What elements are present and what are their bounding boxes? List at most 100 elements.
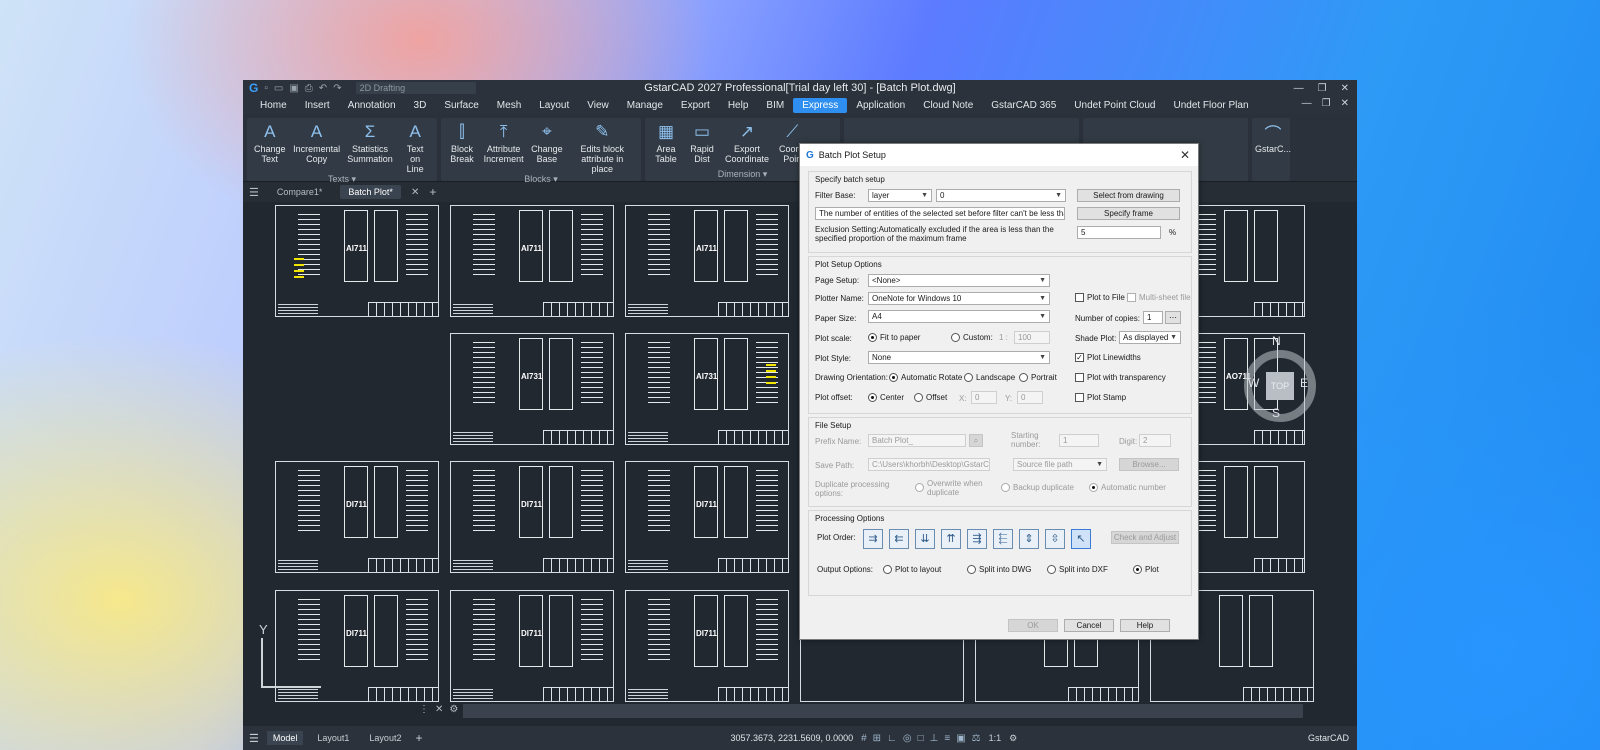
plotter-name-select[interactable]: OneNote for Windows 10 ▼	[868, 292, 1050, 305]
starting-number-input[interactable]: 1	[1059, 434, 1099, 447]
ortho-icon[interactable]: ∟	[887, 733, 897, 744]
attribute-increment-button[interactable]: ⤒ Attribute Increment	[481, 120, 526, 174]
landscape-radio[interactable]	[964, 373, 973, 382]
menu-mesh[interactable]: Mesh	[488, 98, 530, 113]
menu-surface[interactable]: Surface	[435, 98, 487, 113]
export-coordinate-button[interactable]: ↗ Export Coordinate	[721, 120, 773, 169]
digit-input[interactable]: 2	[1139, 434, 1171, 447]
specify-frame-button[interactable]: Specify frame	[1077, 207, 1180, 220]
snap-icon[interactable]: ⊞	[873, 733, 881, 744]
order-custom-icon[interactable]: ↖	[1071, 529, 1091, 549]
viewcube[interactable]: TOP N W E S	[1244, 334, 1316, 422]
menu-3d[interactable]: 3D	[405, 98, 436, 113]
texts-panel-title[interactable]: Texts ▾	[247, 174, 437, 185]
grid-icon[interactable]: #	[861, 733, 867, 744]
plot-to-file-checkbox[interactable]	[1075, 293, 1084, 302]
edit-block-attribute-button[interactable]: ✎ Edits block attribute in place	[568, 120, 637, 174]
tabs-menu-icon[interactable]: ☰	[249, 186, 259, 199]
menu-home[interactable]: Home	[251, 98, 296, 113]
source-file-path-select[interactable]: Source file path ▼	[1013, 458, 1107, 471]
overwrite-radio[interactable]	[915, 483, 924, 492]
tab-model[interactable]: Model	[266, 731, 304, 745]
command-line-icons[interactable]: ⋮✕⚙	[419, 704, 464, 715]
block-break-button[interactable]: ⫿ Block Break	[445, 120, 479, 174]
osnap-icon[interactable]: □	[918, 733, 924, 744]
maximize-icon[interactable]: ❐	[1318, 83, 1327, 94]
dialog-title-bar[interactable]: G Batch Plot Setup ✕	[800, 144, 1198, 166]
exclusion-percent-input[interactable]: 5	[1077, 226, 1161, 239]
plot-style-select[interactable]: None ▼	[868, 351, 1050, 364]
y-offset-input[interactable]: 0	[1017, 391, 1043, 404]
change-base-button[interactable]: ⌖ Change Base	[528, 120, 565, 174]
status-menu-icon[interactable]: ☰	[249, 732, 259, 745]
blocks-panel-title[interactable]: Blocks ▾	[441, 174, 641, 185]
print-icon[interactable]: ⎙	[305, 83, 313, 94]
menu-manage[interactable]: Manage	[618, 98, 672, 113]
browse-button[interactable]: Browse...	[1119, 458, 1179, 471]
gstarc-button[interactable]: ⌒ GstarC...	[1255, 120, 1291, 181]
doc-minimize-icon[interactable]: —	[1302, 98, 1312, 109]
prefix-name-input[interactable]: Batch Plot_	[868, 434, 966, 447]
fit-to-paper-radio[interactable]	[868, 333, 877, 342]
backup-duplicate-radio[interactable]	[1001, 483, 1010, 492]
minimize-icon[interactable]: —	[1294, 83, 1304, 94]
x-offset-input[interactable]: 0	[971, 391, 997, 404]
menu-layout[interactable]: Layout	[530, 98, 578, 113]
copies-picker-button[interactable]: ⋯	[1165, 311, 1181, 324]
select-from-drawing-button[interactable]: Select from drawing	[1077, 189, 1180, 202]
multi-sheet-checkbox[interactable]	[1127, 293, 1136, 302]
shade-plot-select[interactable]: As displayed ▼	[1119, 331, 1181, 344]
portrait-radio[interactable]	[1019, 373, 1028, 382]
save-icon[interactable]: ▣	[289, 83, 298, 94]
selection-icon[interactable]: ▣	[956, 733, 965, 744]
menu-undet-point-cloud[interactable]: Undet Point Cloud	[1065, 98, 1164, 113]
tab-layout2[interactable]: Layout2	[363, 731, 407, 745]
filter-layer-select[interactable]: 0 ▼	[936, 189, 1066, 202]
cancel-button[interactable]: Cancel	[1064, 619, 1114, 632]
menu-export[interactable]: Export	[672, 98, 719, 113]
settings-icon[interactable]: ⚙	[1009, 733, 1017, 744]
automatic-rotate-radio[interactable]	[889, 373, 898, 382]
lineweight-icon[interactable]: ≡	[944, 733, 950, 744]
tab-compare1[interactable]: Compare1*	[269, 185, 331, 199]
viewcube-top[interactable]: TOP	[1266, 372, 1294, 400]
new-icon[interactable]: ▫	[264, 83, 268, 94]
menu-express[interactable]: Express	[793, 97, 848, 113]
order-top-bottom-left-icon[interactable]: ⇊	[915, 529, 935, 549]
menu-insert[interactable]: Insert	[296, 98, 339, 113]
paper-size-select[interactable]: A4 ▼	[868, 310, 1050, 323]
custom-scale-radio[interactable]	[951, 333, 960, 342]
workspace-select[interactable]: 2D Drafting	[355, 82, 476, 94]
area-table-button[interactable]: ▦ Area Table	[649, 120, 683, 169]
menu-application[interactable]: Application	[847, 98, 914, 113]
page-setup-select[interactable]: <None> ▼	[868, 274, 1050, 287]
ok-button[interactable]: OK	[1008, 619, 1058, 632]
undo-icon[interactable]: ↶	[319, 83, 327, 94]
change-text-button[interactable]: A Change Text	[251, 120, 289, 174]
split-dxf-radio[interactable]	[1047, 565, 1056, 574]
new-tab-icon[interactable]: +	[429, 185, 436, 199]
tab-layout1[interactable]: Layout1	[311, 731, 355, 745]
offset-radio[interactable]	[914, 393, 923, 402]
add-layout-icon[interactable]: +	[415, 731, 422, 745]
plot-to-layout-radio[interactable]	[883, 565, 892, 574]
redo-icon[interactable]: ↷	[333, 83, 341, 94]
menu-help[interactable]: Help	[719, 98, 758, 113]
plot-transparency-checkbox[interactable]	[1075, 373, 1084, 382]
order-bottom-top-left-icon[interactable]: ⇈	[941, 529, 961, 549]
rapid-dist-button[interactable]: ▭ Rapid Dist	[685, 120, 719, 169]
filter-base-select[interactable]: layer ▼	[868, 189, 932, 202]
automatic-number-radio[interactable]	[1089, 483, 1098, 492]
help-button[interactable]: Help	[1120, 619, 1170, 632]
check-and-adjust-button[interactable]: Check and Adjust	[1111, 531, 1179, 544]
menu-view[interactable]: View	[578, 98, 618, 113]
dialog-close-icon[interactable]: ✕	[1180, 148, 1190, 162]
prefix-search-button[interactable]: ⌕	[969, 434, 983, 447]
statistics-summation-button[interactable]: Σ Statistics Summation	[345, 120, 396, 174]
order-right-left-bottom-icon[interactable]: ⬱	[993, 529, 1013, 549]
doc-restore-icon[interactable]: ❐	[1322, 98, 1331, 109]
otrack-icon[interactable]: ⊥	[930, 733, 939, 744]
order-left-right-bottom-icon[interactable]: ⇶	[967, 529, 987, 549]
doc-close-icon[interactable]: ✕	[1341, 98, 1349, 109]
command-line[interactable]: ⋮✕⚙	[419, 704, 1303, 718]
